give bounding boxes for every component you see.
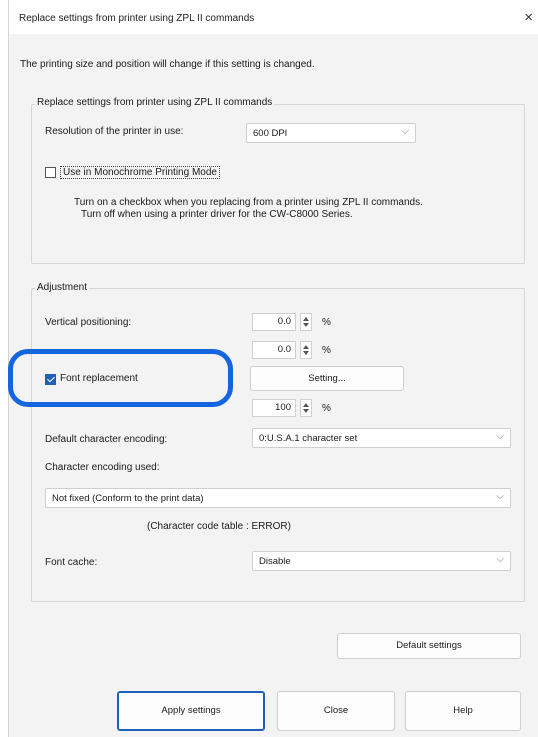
vertical-spinner[interactable] bbox=[300, 313, 312, 331]
window-title: Replace settings from printer using ZPL … bbox=[19, 13, 255, 24]
spin-down-icon bbox=[303, 323, 309, 327]
dialog-window: Replace settings from printer using ZPL … bbox=[8, 0, 538, 737]
font-cache-select[interactable]: Disable ⌵ bbox=[252, 551, 511, 571]
setting-button[interactable]: Setting... bbox=[250, 366, 404, 391]
encoding-used-value: Not fixed (Conform to the print data) bbox=[52, 493, 204, 504]
adjustment-label: Adjustment bbox=[35, 282, 90, 293]
font-replacement-checkbox[interactable] bbox=[45, 374, 56, 385]
vertical-positioning-label: Vertical positioning: bbox=[45, 317, 132, 328]
chevron-down-icon: ⌵ bbox=[496, 554, 504, 565]
title-bar: Replace settings from printer using ZPL … bbox=[9, 0, 538, 34]
help-button[interactable]: Help bbox=[405, 691, 521, 731]
close-button[interactable]: Close bbox=[277, 691, 395, 731]
spin-up-icon bbox=[303, 403, 309, 407]
chevron-down-icon: ⌵ bbox=[401, 126, 409, 137]
horizontal-percent: % bbox=[322, 345, 331, 356]
close-icon[interactable]: × bbox=[524, 9, 533, 26]
scale-input[interactable]: 100 bbox=[252, 399, 296, 417]
font-cache-value: Disable bbox=[259, 556, 291, 567]
horizontal-spinner[interactable] bbox=[300, 341, 312, 359]
mono-checkbox[interactable] bbox=[45, 167, 56, 178]
spin-down-icon bbox=[303, 409, 309, 413]
font-cache-label: Font cache: bbox=[45, 557, 98, 568]
encoding-used-label: Character encoding used: bbox=[45, 462, 160, 473]
apply-settings-button[interactable]: Apply settings bbox=[117, 691, 265, 731]
default-encoding-label: Default character encoding: bbox=[45, 434, 168, 445]
code-table-note: (Character code table : ERROR) bbox=[147, 521, 291, 532]
chevron-down-icon: ⌵ bbox=[496, 491, 504, 502]
spin-up-icon bbox=[303, 317, 309, 321]
font-replacement-label[interactable]: Font replacement bbox=[60, 373, 138, 384]
zpl-group-label: Replace settings from printer using ZPL … bbox=[35, 97, 275, 108]
resolution-value: 600 DPI bbox=[253, 128, 288, 139]
help-line-1: Turn on a checkbox when you replacing fr… bbox=[74, 197, 423, 208]
mono-label[interactable]: Use in Monochrome Printing Mode bbox=[60, 166, 220, 179]
default-encoding-select[interactable]: 0:U.S.A.1 character set ⌵ bbox=[252, 428, 511, 448]
encoding-used-select[interactable]: Not fixed (Conform to the print data) ⌵ bbox=[45, 488, 511, 508]
spin-down-icon bbox=[303, 351, 309, 355]
horizontal-positioning-input[interactable]: 0.0 bbox=[252, 341, 296, 359]
spin-up-icon bbox=[303, 345, 309, 349]
scale-percent: % bbox=[322, 403, 331, 414]
resolution-select[interactable]: 600 DPI ⌵ bbox=[246, 123, 416, 143]
default-settings-button[interactable]: Default settings bbox=[337, 633, 521, 659]
scale-spinner[interactable] bbox=[300, 399, 312, 417]
vertical-positioning-input[interactable]: 0.0 bbox=[252, 313, 296, 331]
resolution-label: Resolution of the printer in use: bbox=[45, 126, 184, 137]
help-line-2: Turn off when using a printer driver for… bbox=[81, 209, 353, 220]
notice-text: The printing size and position will chan… bbox=[20, 59, 315, 70]
default-encoding-value: 0:U.S.A.1 character set bbox=[259, 433, 358, 444]
vertical-percent: % bbox=[322, 317, 331, 328]
chevron-down-icon: ⌵ bbox=[496, 431, 504, 442]
